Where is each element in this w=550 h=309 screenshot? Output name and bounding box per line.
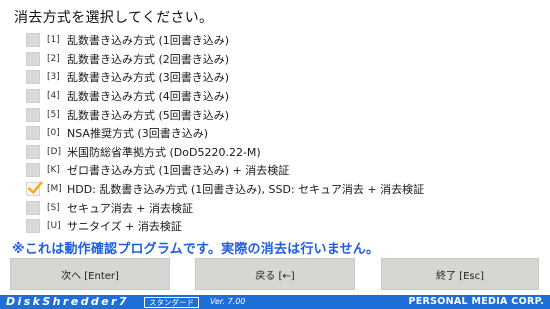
option-label-3: 乱数書き込み方式 (3回書き込み)	[67, 71, 230, 85]
next-button[interactable]: 次へ [Enter]	[10, 258, 170, 290]
option-checkbox-2[interactable]	[26, 51, 40, 66]
option-row-d[interactable]: [D] 米国防総省準拠方式 (DoD5220.22-M)	[26, 143, 526, 162]
option-checkbox-s[interactable]	[26, 200, 40, 215]
version-label: Ver. 7.00	[210, 297, 246, 306]
option-key-k: [K]	[47, 165, 60, 176]
option-label-s: セキュア消去 + 消去検証	[67, 201, 193, 215]
option-key-u: [U]	[47, 221, 61, 232]
option-key-m: [M]	[47, 184, 62, 195]
option-checkbox-0[interactable]	[26, 126, 40, 141]
option-label-1: 乱数書き込み方式 (1回書き込み)	[67, 34, 230, 48]
option-key-d: [D]	[47, 146, 61, 157]
option-label-u: サニタイズ + 消去検証	[67, 220, 182, 234]
edition-badge: スタンダード	[144, 297, 199, 308]
option-row-k[interactable]: [K] ゼロ書き込み方式 (1回書き込み) + 消去検証	[26, 161, 526, 180]
option-row-2[interactable]: [2] 乱数書き込み方式 (2回書き込み)	[26, 50, 526, 69]
company-name: PERSONAL MEDIA CORP.	[408, 296, 544, 307]
option-row-0[interactable]: [0] NSA推奨方式 (3回書き込み)	[26, 124, 526, 143]
option-row-u[interactable]: [U] サニタイズ + 消去検証	[26, 217, 526, 236]
option-checkbox-4[interactable]	[26, 89, 40, 104]
option-row-s[interactable]: [S] セキュア消去 + 消去検証	[26, 198, 526, 217]
option-checkbox-3[interactable]	[26, 70, 40, 85]
option-checkbox-1[interactable]	[26, 33, 40, 48]
option-key-s: [S]	[47, 202, 60, 213]
option-label-m: HDD: 乱数書き込み方式 (1回書き込み), SSD: セキュア消去 + 消去…	[67, 183, 425, 197]
option-key-4: [4]	[47, 91, 60, 102]
erase-method-list: [1] 乱数書き込み方式 (1回書き込み) [2] 乱数書き込み方式 (2回書き…	[26, 31, 526, 236]
checkmark-icon	[27, 181, 43, 194]
option-label-k: ゼロ書き込み方式 (1回書き込み) + 消去検証	[67, 164, 290, 178]
option-label-2: 乱数書き込み方式 (2回書き込み)	[67, 52, 230, 66]
option-checkbox-d[interactable]	[26, 144, 40, 159]
back-button[interactable]: 戻る [←]	[195, 258, 355, 290]
exit-button[interactable]: 終了 [Esc]	[381, 258, 539, 290]
option-row-4[interactable]: [4] 乱数書き込み方式 (4回書き込み)	[26, 87, 526, 106]
option-key-0: [0]	[47, 128, 60, 139]
option-checkbox-k[interactable]	[26, 163, 40, 178]
option-checkbox-5[interactable]	[26, 107, 40, 122]
page-title: 消去方式を選択してください。	[14, 10, 214, 26]
product-logo: DiskShredder7	[6, 295, 129, 308]
option-label-d: 米国防総省準拠方式 (DoD5220.22-M)	[67, 145, 261, 159]
option-row-m[interactable]: [M] HDD: 乱数書き込み方式 (1回書き込み), SSD: セキュア消去 …	[26, 180, 526, 199]
option-checkbox-u[interactable]	[26, 219, 40, 234]
option-label-4: 乱数書き込み方式 (4回書き込み)	[67, 90, 230, 104]
option-key-3: [3]	[47, 72, 60, 83]
option-label-5: 乱数書き込み方式 (5回書き込み)	[67, 108, 230, 122]
footer-bar: DiskShredder7 スタンダード Ver. 7.00 PERSONAL …	[0, 295, 550, 309]
option-row-3[interactable]: [3] 乱数書き込み方式 (3回書き込み)	[26, 68, 526, 87]
option-key-1: [1]	[47, 35, 60, 46]
option-row-1[interactable]: [1] 乱数書き込み方式 (1回書き込み)	[26, 31, 526, 50]
option-key-5: [5]	[47, 109, 60, 120]
option-checkbox-m[interactable]	[26, 181, 43, 197]
option-key-2: [2]	[47, 53, 60, 64]
test-mode-notice: ※これは動作確認プログラムです。実際の消去は行いません。	[12, 242, 380, 257]
option-row-5[interactable]: [5] 乱数書き込み方式 (5回書き込み)	[26, 105, 526, 124]
option-label-0: NSA推奨方式 (3回書き込み)	[67, 127, 209, 141]
